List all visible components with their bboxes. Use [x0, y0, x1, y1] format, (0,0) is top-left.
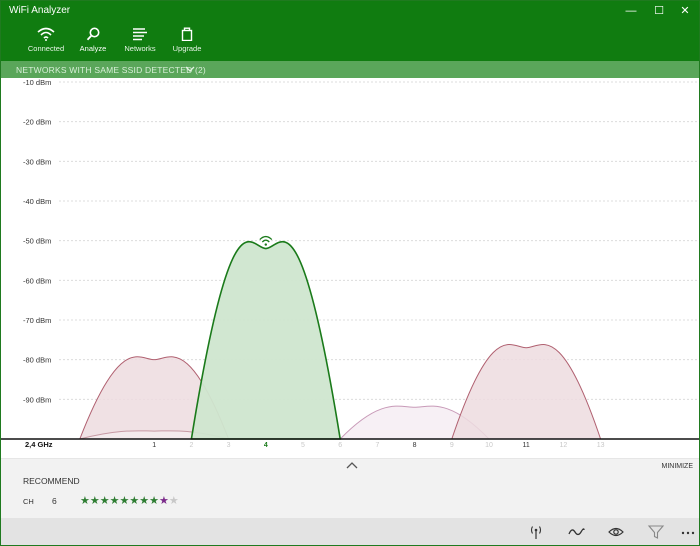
- channel-tick-label: 7: [375, 442, 379, 449]
- channel-rating: ★★★★★★★★★★: [80, 494, 179, 507]
- rating-star-filled: ★: [109, 495, 120, 507]
- nav-upgrade-label: Upgrade: [172, 44, 202, 53]
- channel-tick-label: 9: [450, 442, 454, 449]
- y-tick-label: -30 dBm: [23, 157, 51, 166]
- rating-star-filled: ★: [129, 495, 140, 507]
- band-label: 2,4 GHz: [25, 440, 53, 449]
- channel-tick-label: 3: [227, 442, 231, 449]
- nav-analyze[interactable]: Analyze: [69, 25, 117, 63]
- channel-tick-label: 8: [413, 442, 417, 449]
- close-window-button[interactable]: ✕: [673, 1, 697, 21]
- wifi-marker-arc: [261, 239, 270, 243]
- list-icon: [133, 28, 147, 41]
- rating-star-filled: ★: [149, 495, 159, 507]
- network-curve: [451, 344, 602, 440]
- same-ssid-text: NETWORKS WITH SAME SSID DETECTED (2): [16, 65, 206, 75]
- channel-graph: -10 dBm -20 dBm -30 dBm -40 dBm -50 dBm -60 d…: [1, 78, 699, 458]
- y-tick-label: -40 dBm: [23, 197, 51, 206]
- recommend-title: RECOMMEND: [23, 476, 80, 486]
- recommend-panel: MINIMIZE RECOMMEND CH 6 ★★★★★★★★★★: [1, 458, 699, 518]
- nav-networks[interactable]: Networks: [116, 25, 164, 59]
- app-window: WiFi Analyzer — ☐ ✕ Connected Analyze Ne…: [0, 0, 700, 546]
- eye-icon[interactable]: [607, 524, 625, 540]
- rating-star-filled: ★: [80, 495, 90, 507]
- maximize-window-button[interactable]: ☐: [647, 1, 671, 21]
- channel-tick-label: 4: [264, 442, 268, 449]
- app-title: WiFi Analyzer: [9, 5, 71, 16]
- wave-icon[interactable]: [567, 524, 585, 540]
- channel-tick-label: 6: [338, 442, 342, 449]
- minimize-window-button[interactable]: —: [619, 1, 643, 21]
- y-tick-label: -10 dBm: [23, 78, 51, 87]
- y-tick-label: -60 dBm: [23, 276, 51, 285]
- bag-icon: [181, 27, 193, 41]
- recommended-channel-value: 6: [52, 496, 57, 506]
- channel-tick-label: 2: [189, 442, 193, 449]
- channel-tick-label: 13: [597, 442, 605, 449]
- chevron-up-icon[interactable]: [345, 461, 359, 471]
- command-bar: [1, 518, 699, 545]
- same-ssid-notice[interactable]: NETWORKS WITH SAME SSID DETECTED (2): [1, 61, 699, 78]
- channel-tick-label: 11: [523, 442, 530, 449]
- recommended-channel-label: CH: [23, 497, 34, 506]
- y-tick-label: -70 dBm: [23, 316, 51, 325]
- nav-upgrade[interactable]: Upgrade: [163, 25, 211, 59]
- rating-star-filled: ★: [89, 495, 100, 507]
- channel-tick-label: 5: [301, 442, 305, 449]
- channel-tick-label: 12: [560, 442, 568, 449]
- y-tick-label: -50 dBm: [23, 237, 51, 246]
- nav-connected-label: Connected: [27, 44, 65, 53]
- rating-star-filled: ★: [119, 495, 130, 507]
- magnifier-icon: [86, 27, 100, 41]
- wifi-marker-dot: [264, 243, 267, 246]
- channel-tick-label: 10: [485, 442, 493, 449]
- title-bar: WiFi Analyzer — ☐ ✕: [1, 1, 699, 21]
- nav-networks-label: Networks: [124, 44, 156, 53]
- rating-star-filled: ★: [99, 495, 110, 507]
- antenna-icon[interactable]: [527, 524, 545, 540]
- wifi-icon: [37, 27, 55, 41]
- chevron-down-icon[interactable]: [185, 64, 195, 74]
- filter-icon[interactable]: [647, 524, 665, 540]
- channel-tick-label: 1: [152, 442, 156, 449]
- y-tick-label: -20 dBm: [23, 118, 51, 127]
- rating-star-filled: ★: [139, 495, 150, 507]
- wifi-marker-icon: [259, 235, 273, 241]
- y-tick-label: -90 dBm: [23, 395, 51, 404]
- rating-star-empty: ★: [168, 495, 179, 507]
- nav-analyze-label: Analyze: [79, 44, 107, 53]
- top-nav: Connected Analyze Networks Upgrade: [1, 21, 699, 63]
- connected-network-curve: [190, 240, 342, 440]
- minimize-button[interactable]: MINIMIZE: [662, 463, 694, 470]
- rating-star-filled: ★: [159, 495, 169, 507]
- y-tick-label: -80 dBm: [23, 356, 51, 365]
- nav-connected[interactable]: Connected: [22, 25, 70, 59]
- channel-chart-svg: -10 dBm -20 dBm -30 dBm -40 dBm -50 dBm -60 d…: [1, 78, 699, 449]
- more-icon[interactable]: [679, 524, 697, 540]
